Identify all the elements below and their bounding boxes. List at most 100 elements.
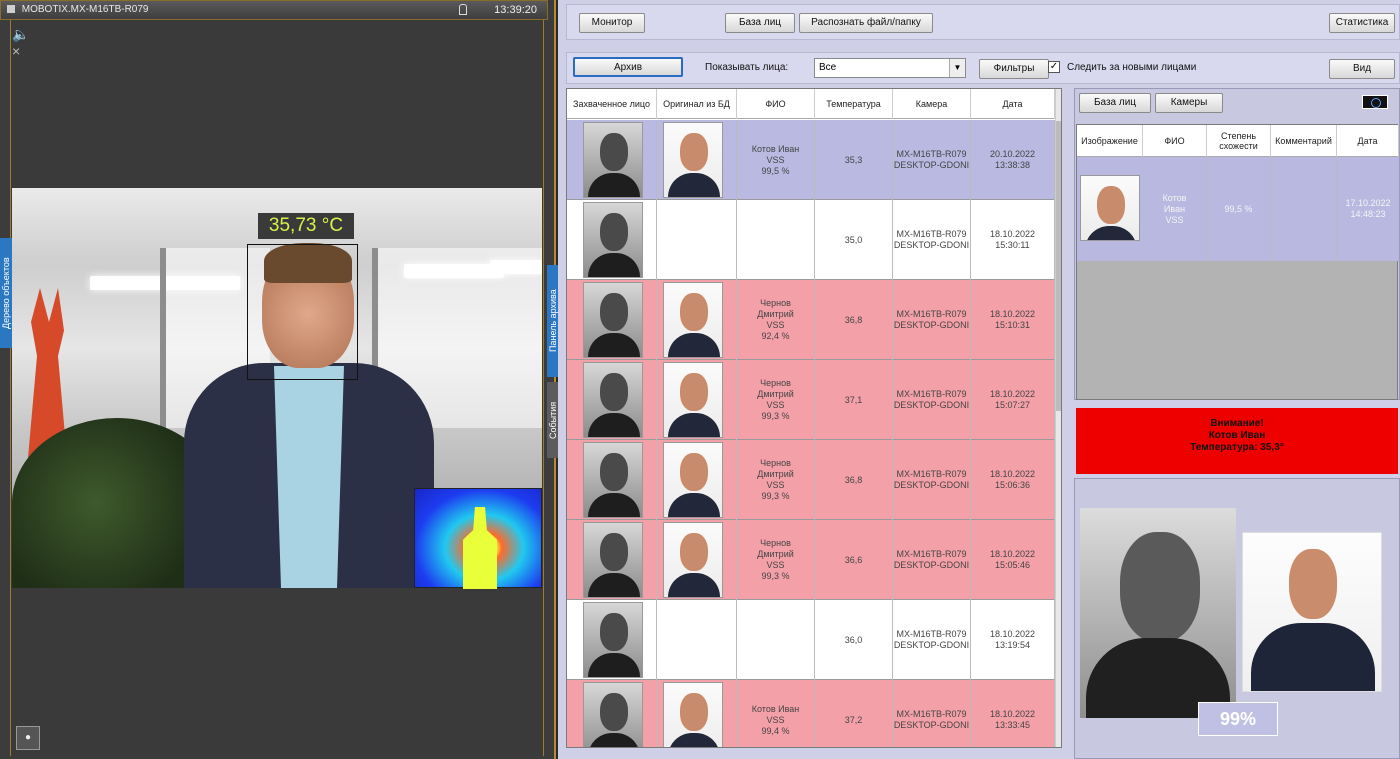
db-original-face-image bbox=[663, 362, 723, 438]
db-fio-cell: Котов Иван VSS bbox=[1143, 157, 1207, 261]
camera-cell: MX-M16TB-R079 DESKTOP-GDONI bbox=[893, 520, 971, 600]
column-header[interactable]: Дата bbox=[1337, 125, 1399, 157]
lock-icon[interactable] bbox=[459, 4, 467, 15]
camera-titlebar[interactable]: MOBOTIX.MX-M16TB-R079 13:39:20 bbox=[0, 0, 548, 20]
temperature-cell: 35,3 bbox=[815, 120, 893, 200]
db-face-cell bbox=[657, 600, 737, 680]
face-db-header: Изображение ФИО Степень схожести Коммент… bbox=[1077, 125, 1399, 157]
alert-title: Внимание! bbox=[1210, 418, 1264, 429]
monitor-button[interactable]: Монитор bbox=[579, 13, 645, 33]
camera-cell: MX-M16TB-R079 DESKTOP-GDONI bbox=[893, 120, 971, 200]
temperature-alert: Внимание! Котов Иван Температура: 35,3° bbox=[1076, 408, 1398, 474]
alert-name: Котов Иван bbox=[1208, 430, 1266, 441]
table-row[interactable]: Котов Иван VSS 99,5 % 35,3 MX-M16TB-R079 D… bbox=[567, 120, 1055, 200]
date-cell: 18.10.2022 15:30:11 bbox=[971, 200, 1055, 280]
db-similarity-cell: 99,5 % bbox=[1207, 157, 1271, 261]
filters-button[interactable]: Фильтры bbox=[979, 59, 1049, 79]
captured-face-image bbox=[583, 682, 643, 747]
alert-temperature: Температура: 35,3° bbox=[1190, 442, 1284, 453]
temperature-overlay: 35,73 °C bbox=[258, 213, 354, 239]
tab-objects-tree[interactable]: Дерево объектов bbox=[0, 238, 12, 348]
fio-cell bbox=[737, 600, 815, 680]
camera-cell: MX-M16TB-R079 DESKTOP-GDONI bbox=[893, 360, 971, 440]
top-toolbar: Монитор База лиц Распознать файл/папку С… bbox=[566, 4, 1400, 40]
column-header[interactable]: Оригинал из БД bbox=[657, 89, 737, 119]
date-cell: 20.10.2022 13:38:38 bbox=[971, 120, 1055, 200]
table-row[interactable]: Чернов Дмитрий VSS 99,3 % 36,6 MX-M16TB-R0… bbox=[567, 520, 1055, 600]
face-db-tab-button[interactable]: База лиц bbox=[1079, 93, 1151, 113]
view-button[interactable]: Вид bbox=[1329, 59, 1395, 79]
events-scroll-thumb[interactable] bbox=[1056, 121, 1061, 411]
captured-face-image bbox=[583, 522, 643, 598]
face-db-button[interactable]: База лиц bbox=[725, 13, 795, 33]
camera-pane: MOBOTIX.MX-M16TB-R079 13:39:20 🔈× 35,73 … bbox=[0, 0, 559, 759]
camera-cell: MX-M16TB-R079 DESKTOP-GDONI bbox=[893, 280, 971, 360]
column-header[interactable]: Температура bbox=[815, 89, 893, 119]
column-header[interactable]: Захваченное лицо bbox=[567, 89, 657, 119]
table-row[interactable]: Чернов Дмитрий VSS 92,4 % 36,8 MX-M16TB-R0… bbox=[567, 280, 1055, 360]
fio-cell: Чернов Дмитрий VSS 99,3 % bbox=[737, 520, 815, 600]
chevron-down-icon[interactable]: ▼ bbox=[949, 59, 965, 77]
column-header[interactable]: Комментарий bbox=[1271, 125, 1337, 157]
column-header[interactable]: Дата bbox=[971, 89, 1055, 119]
follow-new-faces-checkbox[interactable]: ✓ bbox=[1048, 61, 1060, 73]
date-cell: 18.10.2022 13:19:54 bbox=[971, 600, 1055, 680]
compare-captured-face bbox=[1080, 508, 1236, 718]
archive-toolbar: Архив Показывать лица: Фильтры Следить з… bbox=[566, 52, 1400, 84]
camera-cell: MX-M16TB-R079 DESKTOP-GDONI bbox=[893, 600, 971, 680]
fio-cell: Чернов Дмитрий VSS 99,3 % bbox=[737, 440, 815, 520]
thermal-preview[interactable] bbox=[414, 488, 542, 589]
column-header[interactable]: Степень схожести bbox=[1207, 125, 1271, 157]
column-header[interactable]: Камера bbox=[893, 89, 971, 119]
db-face-cell bbox=[657, 200, 737, 280]
temperature-cell: 36,8 bbox=[815, 440, 893, 520]
table-row[interactable]: Чернов Дмитрий VSS 99,3 % 37,1 MX-M16TB-R0… bbox=[567, 360, 1055, 440]
table-row[interactable]: 35,0 MX-M16TB-R079 DESKTOP-GDONI 18.10.202… bbox=[567, 200, 1055, 280]
date-cell: 18.10.2022 15:10:31 bbox=[971, 280, 1055, 360]
archive-button[interactable]: Архив bbox=[573, 57, 683, 77]
camera-clock: 13:39:20 bbox=[494, 4, 537, 16]
fio-cell: Котов Иван VSS 99,4 % bbox=[737, 680, 815, 747]
follow-new-faces-label: Следить за новыми лицами bbox=[1067, 62, 1197, 73]
column-header[interactable]: ФИО bbox=[737, 89, 815, 119]
events-table-header: Захваченное лицо Оригинал из БД ФИО Темп… bbox=[567, 89, 1061, 119]
captured-face-image bbox=[583, 122, 643, 198]
fio-cell bbox=[737, 200, 815, 280]
temperature-cell: 37,2 bbox=[815, 680, 893, 747]
compare-db-face bbox=[1242, 532, 1382, 692]
temperature-cell: 36,0 bbox=[815, 600, 893, 680]
cameras-tab-button[interactable]: Камеры bbox=[1155, 93, 1223, 113]
speaker-mute-icon[interactable]: 🔈× bbox=[12, 26, 32, 59]
flag-icon[interactable] bbox=[1362, 95, 1388, 109]
db-original-face-image bbox=[663, 522, 723, 598]
show-faces-label: Показывать лица: bbox=[705, 62, 789, 73]
table-row[interactable]: Чернов Дмитрий VSS 99,3 % 36,8 MX-M16TB-R0… bbox=[567, 440, 1055, 520]
compare-similarity: 99% bbox=[1198, 702, 1278, 736]
captured-face-image bbox=[583, 282, 643, 358]
face-db-row[interactable]: Котов Иван VSS 99,5 % 17.10.2022 14:48:2… bbox=[1077, 157, 1399, 261]
camera-cell: MX-M16TB-R079 DESKTOP-GDONI bbox=[893, 440, 971, 520]
thermal-figure bbox=[463, 507, 497, 589]
db-original-face-image bbox=[663, 122, 723, 198]
temperature-cell: 36,8 bbox=[815, 280, 893, 360]
record-button[interactable]: ● bbox=[16, 726, 40, 750]
recognize-file-button[interactable]: Распознать файл/папку bbox=[799, 13, 933, 33]
camera-title: MOBOTIX.MX-M16TB-R079 bbox=[21, 4, 149, 15]
column-header[interactable]: Изображение bbox=[1077, 125, 1143, 157]
table-row[interactable]: Котов Иван VSS 99,4 % 37,2 MX-M16TB-R079 D… bbox=[567, 680, 1055, 747]
show-faces-value: Все bbox=[819, 62, 837, 73]
db-original-face-image bbox=[663, 682, 723, 747]
db-comment-cell bbox=[1271, 157, 1337, 261]
statistics-button[interactable]: Статистика bbox=[1329, 13, 1395, 33]
column-header[interactable]: ФИО bbox=[1143, 125, 1207, 157]
table-row[interactable]: 36,0 MX-M16TB-R079 DESKTOP-GDONI 18.10.202… bbox=[567, 600, 1055, 680]
camera-icon bbox=[7, 5, 15, 14]
fio-cell: Чернов Дмитрий VSS 99,3 % bbox=[737, 360, 815, 440]
fio-cell: Котов Иван VSS 99,5 % bbox=[737, 120, 815, 200]
show-faces-select[interactable]: Все ▼ bbox=[814, 58, 966, 78]
screen: MOBOTIX.MX-M16TB-R079 13:39:20 🔈× 35,73 … bbox=[0, 0, 1400, 759]
db-date-cell: 17.10.2022 14:48:23 bbox=[1345, 198, 1391, 219]
fio-cell: Чернов Дмитрий VSS 92,4 % bbox=[737, 280, 815, 360]
captured-face-image bbox=[583, 202, 643, 278]
date-cell: 18.10.2022 13:33:45 bbox=[971, 680, 1055, 747]
